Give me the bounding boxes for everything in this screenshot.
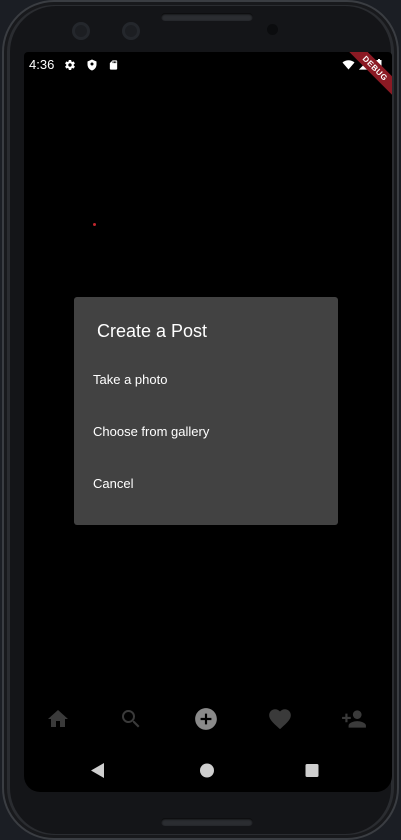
search-icon — [122, 710, 140, 728]
status-bar: 4:36 — [24, 52, 392, 76]
nav-home[interactable] — [44, 705, 72, 733]
choose-from-gallery-option[interactable]: Choose from gallery — [74, 412, 338, 452]
take-photo-option[interactable]: Take a photo — [74, 360, 338, 400]
cancel-option[interactable]: Cancel — [74, 464, 338, 504]
recents-square-icon — [305, 764, 319, 777]
home-circle-icon — [200, 763, 214, 778]
front-camera — [267, 24, 278, 35]
shield-icon — [86, 58, 98, 76]
bottom-navigation-bar — [24, 697, 392, 737]
settings-icon — [64, 58, 76, 76]
top-speaker-grille — [161, 13, 253, 21]
nav-profile[interactable] — [340, 705, 368, 733]
system-back-button[interactable] — [90, 762, 105, 784]
nav-add-post[interactable] — [192, 705, 220, 733]
proximity-sensor — [72, 22, 90, 40]
app-screen: 4:36 DEBUG Create a Post Take a photo Ch… — [24, 52, 392, 792]
add-person-icon — [342, 710, 366, 728]
nav-search[interactable] — [117, 705, 145, 733]
loading-dot — [93, 223, 96, 226]
create-post-dialog: Create a Post Take a photo Choose from g… — [74, 297, 338, 525]
system-recents-button[interactable] — [304, 762, 320, 784]
system-home-button[interactable] — [199, 762, 215, 784]
wifi-icon — [342, 58, 355, 76]
light-sensor — [122, 22, 140, 40]
home-icon — [48, 710, 68, 727]
sd-card-icon — [108, 58, 119, 76]
dialog-title: Create a Post — [97, 321, 208, 341]
system-navigation-bar — [24, 752, 392, 790]
nav-activity[interactable] — [266, 705, 294, 733]
bottom-speaker-grille — [161, 818, 253, 826]
heart-icon — [269, 709, 291, 730]
back-triangle-icon — [91, 763, 104, 778]
add-circle-icon — [195, 708, 217, 730]
status-time: 4:36 — [29, 57, 55, 72]
